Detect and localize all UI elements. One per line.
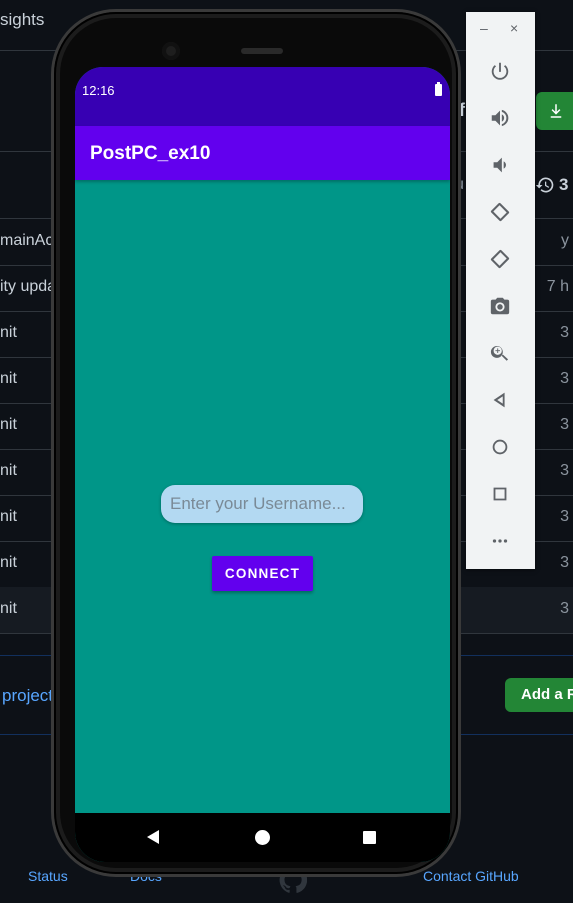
rotate-right-button[interactable] [488, 247, 512, 271]
file-row-name[interactable]: nit [0, 370, 17, 388]
file-row-name[interactable]: nit [0, 324, 17, 342]
file-row-name[interactable]: nit [0, 600, 17, 618]
footer-status-link[interactable]: Status [28, 868, 68, 884]
minimize-button[interactable]: – [480, 20, 488, 36]
more-button[interactable] [488, 529, 512, 553]
overview-square-icon [493, 487, 507, 501]
battery-icon [435, 82, 442, 96]
status-bar: 12:16 [75, 67, 450, 126]
emulator-toolbar-header: – × [466, 12, 535, 46]
more-horiz-icon [492, 539, 508, 543]
file-row-age: 7 h [546, 278, 569, 295]
file-row-age: 3 [560, 370, 569, 387]
volume-down-icon [493, 157, 506, 173]
recents-icon[interactable] [363, 831, 376, 844]
username-input[interactable] [161, 485, 363, 523]
file-row-age: y [561, 232, 569, 249]
rotate-left-button[interactable] [488, 200, 512, 224]
phone-screen: 12:16 PostPC_ex10 CONNECT [75, 67, 450, 862]
rotate-left-icon [490, 202, 510, 222]
commit-history-link[interactable]: 3 [535, 175, 568, 195]
volume-up-button[interactable] [488, 106, 512, 130]
status-time: 12:16 [82, 83, 115, 98]
history-icon [535, 177, 554, 193]
repo-insights-tab[interactable]: sights [0, 10, 44, 30]
home-button[interactable] [488, 435, 512, 459]
volume-up-icon [491, 109, 509, 127]
power-button[interactable] [488, 59, 512, 83]
rotate-right-icon [490, 249, 510, 269]
back-button[interactable] [488, 388, 512, 412]
overview-button[interactable] [488, 482, 512, 506]
close-button[interactable]: × [510, 20, 518, 36]
file-row-name[interactable]: ity upda [0, 278, 56, 296]
file-row-age: 3 [560, 416, 569, 433]
branch-button-letter[interactable]: f [459, 100, 465, 121]
connect-button[interactable]: CONNECT [212, 556, 313, 591]
power-icon [491, 62, 509, 80]
file-row-age: 3 [560, 600, 569, 617]
navigation-bar [75, 813, 450, 862]
banner-text: project [2, 686, 54, 705]
file-row-name[interactable]: mainAc [0, 232, 53, 250]
code-download-button[interactable] [536, 92, 573, 130]
phone-bezel: 12:16 PostPC_ex10 CONNECT [60, 18, 452, 868]
zoom-in-icon [490, 345, 509, 361]
file-row-age: 3 [560, 324, 569, 341]
file-row-name[interactable]: nit [0, 416, 17, 434]
history-count: 3 [559, 175, 569, 194]
emulator-toolbar: – × [466, 12, 535, 569]
app-bar: PostPC_ex10 [75, 126, 450, 180]
download-icon [550, 104, 562, 118]
add-readme-button[interactable]: Add a R [505, 678, 573, 712]
app-title: PostPC_ex10 [90, 143, 211, 164]
file-row-age: 3 [560, 508, 569, 525]
file-row-name[interactable]: nit [0, 462, 17, 480]
file-row-name[interactable]: nit [0, 508, 17, 526]
file-row-name[interactable]: nit [0, 554, 17, 572]
emulator-phone-frame: 12:16 PostPC_ex10 CONNECT [54, 12, 458, 874]
speaker-grille [241, 48, 283, 54]
camera-icon [490, 297, 510, 315]
volume-down-button[interactable] [488, 153, 512, 177]
file-row-age: 3 [560, 554, 569, 571]
back-triangle-icon [493, 392, 505, 408]
back-icon[interactable] [147, 830, 159, 844]
footer-contact-link[interactable]: Contact GitHub [423, 868, 519, 884]
home-circle-icon [492, 439, 508, 455]
camera-icon [162, 42, 180, 60]
screenshot-button[interactable] [488, 294, 512, 318]
file-row-age: 3 [560, 462, 569, 479]
zoom-button[interactable] [488, 341, 512, 365]
home-icon[interactable] [255, 830, 270, 845]
